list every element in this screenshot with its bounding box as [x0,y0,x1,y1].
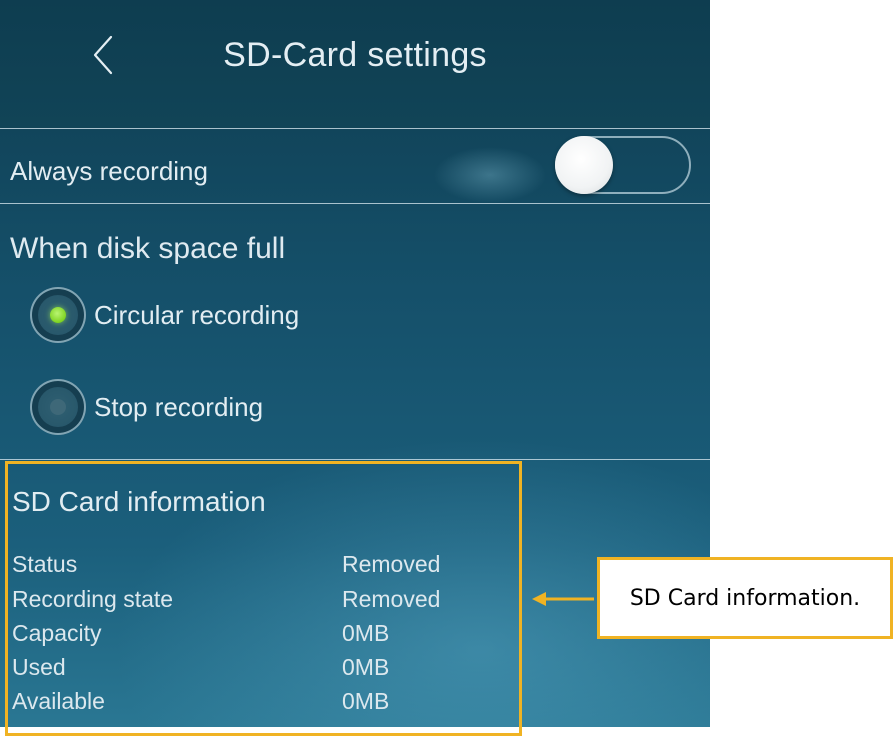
title-bar: SD-Card settings [0,0,710,128]
annotation-callout: SD Card information. [597,557,893,639]
arrow-left-icon [532,592,594,606]
radio-button-selected[interactable] [30,287,86,343]
always-recording-label: Always recording [10,156,208,186]
circular-recording-option[interactable]: Circular recording [30,284,299,346]
page-title: SD-Card settings [223,36,487,74]
disk-full-section-title: When disk space full [10,232,286,265]
radio-button-unselected[interactable] [30,379,86,435]
always-recording-toggle[interactable] [555,136,691,194]
divider [0,203,710,204]
toggle-knob [555,136,613,194]
sd-info-highlight-box [5,461,522,736]
circular-recording-label: Circular recording [94,299,300,330]
stop-recording-label: Stop recording [94,391,264,422]
divider [0,128,710,129]
stop-recording-option[interactable]: Stop recording [30,376,263,438]
divider [0,459,710,460]
